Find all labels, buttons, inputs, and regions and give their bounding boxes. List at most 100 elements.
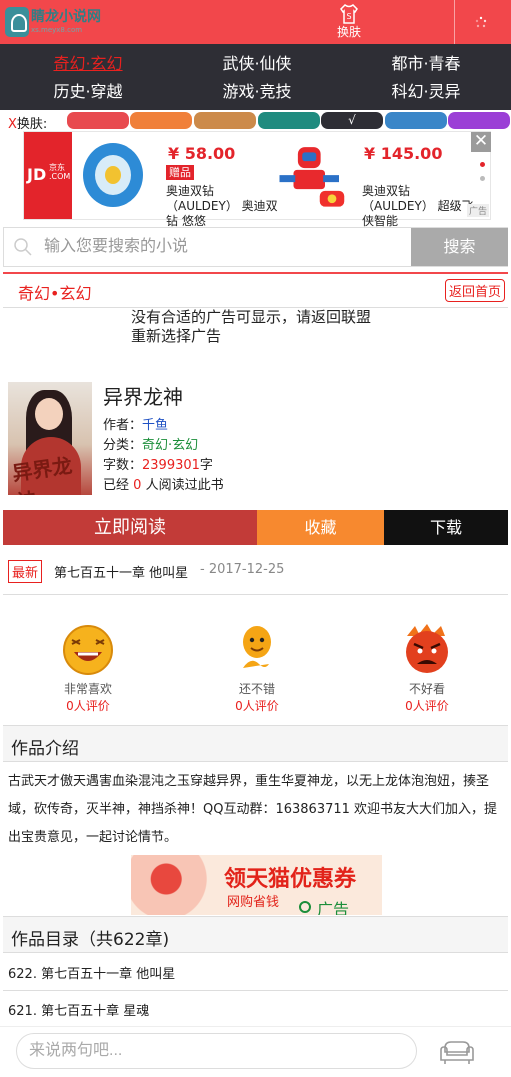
ad-product-desc: 奥迪双钻（AULDEY） 超级飞侠智能 (362, 184, 474, 228)
smiling-face-icon (243, 626, 271, 668)
toc-heading: 作品目录（共622章) (11, 930, 170, 950)
category-link[interactable]: 游戏·竞技 (172, 78, 342, 106)
skin-swatch-selected[interactable]: √ (321, 112, 383, 129)
rating-label: 非常喜欢 (63, 682, 112, 696)
author-label: 作者： (103, 418, 143, 433)
close-skin-x[interactable]: X (8, 117, 17, 132)
search-icon (14, 238, 32, 256)
ad-price: ¥ 145.00 (364, 144, 443, 163)
intro-heading: 作品介绍 (11, 739, 79, 759)
rating-bad[interactable]: 不好看 0人评价 (382, 620, 472, 714)
no-ad-message: 没有合适的广告可显示，请返回联盟重新选择广告 (131, 308, 372, 345)
logo-text: 睛龙小说网 xs.meyx8.com (31, 9, 101, 35)
book-cover[interactable]: 异界龙神 (8, 382, 92, 495)
carousel-dot[interactable] (480, 162, 485, 167)
skin-swatch[interactable] (448, 112, 510, 129)
rating-count: 0人评价 (235, 699, 279, 713)
comment-bar (0, 1026, 511, 1077)
skin-swatch[interactable] (258, 112, 320, 129)
logo-icon (5, 7, 29, 37)
section-title: 奇幻•玄幻 (18, 284, 92, 303)
ad-logo-icon (299, 901, 311, 913)
top-bar: 睛龙小说网 xs.meyx8.com S 换肤 (0, 0, 511, 44)
jd-mark: JD (27, 165, 47, 184)
ad-illustration (131, 855, 219, 915)
book-words-row: 字数：2399301字 (103, 454, 213, 473)
rating-count: 0人评价 (66, 699, 110, 713)
download-button[interactable]: 下载 (384, 510, 508, 545)
ad-banner[interactable]: JD 京东 .COM ¥ 58.00 赠品 奥迪双钻（AULDEY） 奥迪双钻 … (23, 131, 491, 228)
words-label: 字数： (103, 458, 143, 473)
category-link[interactable]: 科幻·灵异 (341, 78, 511, 106)
read-count: 0 (133, 478, 142, 493)
book-read-row: 已经 0 人阅读过此书 (103, 474, 224, 493)
read-now-button[interactable]: 立即阅读 (3, 510, 257, 545)
rating-ok[interactable]: 还不错 0人评价 (212, 620, 302, 714)
category-link[interactable]: 历史·穿越 (3, 78, 173, 106)
intro-header: 作品介绍 (3, 725, 508, 762)
robot-toy-image (279, 147, 345, 207)
skin-swatch[interactable] (67, 112, 129, 129)
ad-price: ¥ 58.00 (168, 144, 236, 163)
latest-chapter[interactable]: 最新 第七百五十一章 他叫星 - 2017-12-25 (3, 555, 508, 595)
rating-love[interactable]: 非常喜欢 0人评价 (43, 620, 133, 714)
category-link[interactable]: 武侠·仙侠 (172, 50, 342, 78)
ad-headline: 领天猫优惠券 (224, 867, 357, 892)
category-link[interactable]: 奇幻·玄幻 (3, 50, 173, 78)
ad-label: 广告 (467, 204, 490, 217)
header-divider (454, 0, 455, 44)
favorite-button[interactable]: 收藏 (257, 510, 384, 545)
rating-count: 0人评价 (405, 699, 449, 713)
read-prefix: 已经 (103, 478, 130, 493)
chapter-link[interactable]: 622. 第七百五十一章 他叫星 (8, 963, 175, 982)
read-suffix: 人阅读过此书 (145, 478, 224, 493)
category-label: 分类： (103, 438, 143, 453)
latest-date: - 2017-12-25 (200, 562, 285, 577)
search-input[interactable] (44, 228, 408, 266)
ad-subtitle: 网购省钱 (227, 895, 280, 910)
tmall-coupon-ad[interactable]: 领天猫优惠券 网购省钱 广告 (131, 855, 382, 915)
skin-label-text: 换肤: (16, 117, 48, 132)
category-link[interactable]: 都市·青春 (341, 50, 511, 78)
carousel-dot[interactable] (480, 176, 485, 181)
latest-chapter-link[interactable]: 第七百五十一章 他叫星 (54, 562, 188, 581)
back-home-button[interactable]: 返回首页 (444, 279, 505, 302)
skin-button[interactable]: S 换肤 (326, 3, 372, 43)
loading-icon[interactable] (474, 16, 488, 30)
search-button[interactable]: 搜索 (411, 228, 508, 266)
words-unit: 字 (199, 458, 213, 473)
yoyo-product-image (83, 143, 143, 207)
category-link[interactable]: 奇幻·玄幻 (142, 438, 198, 453)
logo-title: 睛龙小说网 (31, 9, 101, 25)
skin-swatch[interactable] (130, 112, 192, 129)
close-icon[interactable]: ✕ (471, 132, 491, 152)
intro-text: 古武天才傲天遇害血染混沌之玉穿越异界，重生华夏神龙，以无上龙体泡泡妞，揍圣域，砍… (8, 774, 498, 845)
rating-label: 还不错 (238, 682, 275, 696)
skin-swatch[interactable] (385, 112, 447, 129)
toc-header: 作品目录（共622章) (3, 916, 508, 953)
chapter-link[interactable]: 621. 第七百五十章 星魂 (8, 1000, 149, 1019)
laughing-face-icon (63, 625, 113, 675)
svg-text:S: S (346, 12, 351, 21)
jd-com: .COM (49, 172, 71, 181)
ad-product-desc: 奥迪双钻（AULDEY） 奥迪双钻 悠悠 (166, 184, 278, 228)
book-title: 异界龙神 (103, 385, 183, 409)
section-header: 奇幻•玄幻 返回首页 (3, 272, 508, 308)
jd-logo: JD 京东 .COM (24, 132, 72, 219)
gift-badge: 赠品 (166, 165, 194, 180)
comment-input[interactable] (16, 1033, 417, 1069)
list-divider (3, 990, 508, 991)
author-link[interactable]: 千鱼 (142, 418, 168, 433)
category-nav: 奇幻·玄幻 武侠·仙侠 都市·青春 历史·穿越 游戏·竞技 科幻·灵异 (0, 44, 511, 110)
skin-swatch[interactable] (194, 112, 256, 129)
latest-badge: 最新 (8, 560, 43, 583)
word-count: 2399301 (142, 458, 200, 473)
sofa-icon[interactable] (439, 1038, 475, 1066)
book-category-row: 分类：奇幻·玄幻 (103, 434, 198, 453)
skin-label: 换肤 (336, 25, 361, 39)
shirt-icon: S (340, 4, 358, 24)
skin-selector-label: X换肤: (8, 113, 47, 132)
rating-label: 不好看 (408, 682, 445, 696)
checkmark: √ (348, 113, 356, 127)
site-logo[interactable]: 睛龙小说网 xs.meyx8.com (5, 6, 101, 38)
